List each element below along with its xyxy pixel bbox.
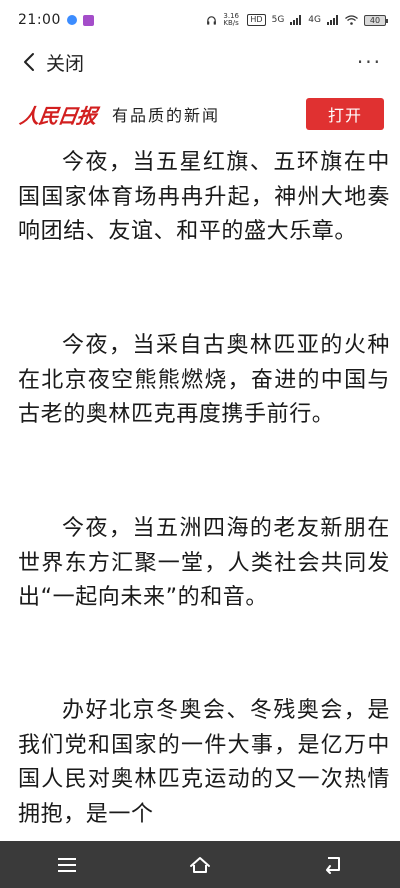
article-paragraph: 办好北京冬奥会、冬残奥会，是我们党和国家的一件大事，是亿万中国人民对奥林匹克运动… (18, 698, 390, 827)
headphones-icon (207, 15, 217, 25)
menu-icon[interactable] (47, 845, 87, 885)
status-time: 21:00 (18, 12, 61, 28)
close-button[interactable]: 关闭 (46, 49, 84, 76)
notification-icon (66, 15, 77, 25)
app-notification-icon (82, 14, 94, 26)
open-app-button[interactable]: 打开 (306, 98, 384, 130)
app-banner: 人民日报 有品质的新闻 打开 (0, 92, 400, 136)
wifi-icon (345, 15, 358, 25)
article-paragraph: 今夜，当采自古奥林匹亚的火种在北京夜空熊熊燃烧，奋进的中国与古老的奥林匹克再度携… (18, 333, 390, 427)
status-left: 21:00 (18, 12, 94, 28)
hd-badge: HD (247, 14, 266, 26)
signal-icon-secondary (327, 15, 338, 25)
status-right: 3.16 KB/s HD 5G 4G 40 (206, 12, 388, 27)
home-icon[interactable] (180, 845, 220, 885)
article-paragraph: 今夜，当五洲四海的老友新朋在世界东方汇聚一堂，人类社会共同发出“一起向未来”的和… (18, 516, 390, 610)
network-speed: 3.16 KB/s (223, 12, 239, 27)
system-nav-bar (0, 841, 400, 888)
signal-icon (290, 15, 302, 25)
more-options-icon[interactable]: ··· (357, 52, 382, 72)
network-5g-label: 5G (271, 15, 285, 25)
battery-icon: 40 (364, 14, 388, 26)
back-chevron-icon[interactable] (18, 51, 40, 73)
nav-bar: 关闭 ··· (0, 40, 400, 84)
article-paragraph: 今夜，当五星红旗、五环旗在中国国家体育场冉冉升起，神州大地奏响团结、友谊、和平的… (18, 150, 390, 244)
brand-slogan: 有品质的新闻 (112, 106, 221, 125)
network-4g-label: 4G (308, 15, 321, 25)
status-bar: 21:00 3.16 KB/s HD 5G 4G 40 (0, 0, 400, 40)
back-icon[interactable] (313, 845, 353, 885)
brand-logo: 人民日报 (18, 103, 98, 128)
